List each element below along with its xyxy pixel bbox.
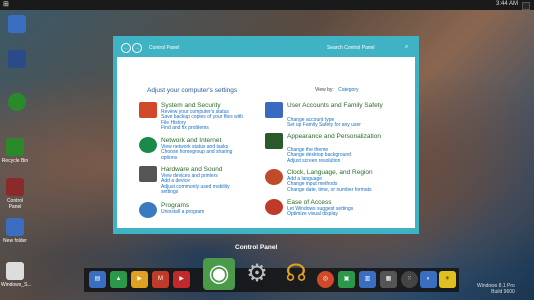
desktop-icon-label: New folder	[3, 238, 27, 244]
recycle-bin-icon	[6, 138, 24, 156]
category-link[interactable]: Set up Family Safety for any user	[287, 122, 361, 128]
category-link[interactable]: options	[161, 155, 232, 161]
desktop-icon-label: Windows_S...	[1, 282, 32, 288]
category-title[interactable]: Hardware and Sound	[161, 166, 222, 173]
apps-grid-icon[interactable]: ⁙	[401, 271, 418, 288]
category-link[interactable]: settings	[161, 189, 230, 195]
desktop-icon-windows[interactable]: Windows_S...	[1, 262, 32, 288]
control-panel-window: ← → Control Panel Search Control Panel ⌕…	[113, 36, 419, 234]
notification-icon[interactable]	[522, 2, 530, 10]
category-link[interactable]: Adjust screen resolution	[287, 158, 351, 164]
window-label: Control Panel	[235, 244, 278, 251]
window-header: ← → Control Panel Search Control Panel ⌕	[117, 40, 415, 56]
accessibility-icon	[265, 199, 283, 215]
view-by-dropdown[interactable]: Category	[338, 87, 358, 93]
desktop-icon[interactable]	[3, 50, 31, 70]
toggle-icon[interactable]: ◐	[420, 271, 437, 288]
windows-watermark: Windows 8.1 Pro Build 9600	[477, 283, 515, 295]
category-link[interactable]: Uninstall a program	[161, 209, 204, 215]
view-by-label: View by:	[315, 87, 334, 93]
printer-icon	[139, 166, 157, 182]
category-link[interactable]: Change date, time, or number formats	[287, 187, 372, 193]
gmail-icon[interactable]: M	[152, 271, 169, 288]
chrome-icon[interactable]: ◎	[317, 271, 334, 288]
users-icon	[265, 102, 283, 118]
maps-icon[interactable]: ◉	[203, 258, 235, 290]
folder-icon	[6, 218, 24, 236]
category-title[interactable]: Ease of Access	[287, 199, 331, 206]
category-title[interactable]: Network and Internet	[161, 137, 221, 144]
desktop-icon[interactable]	[3, 93, 31, 113]
shield-icon	[139, 102, 157, 118]
youtube-icon[interactable]: ▶	[173, 271, 190, 288]
control-panel-icon	[6, 178, 24, 196]
category-title[interactable]: System and Security	[161, 102, 221, 109]
category-title[interactable]: User Accounts and Family Safety	[287, 102, 387, 109]
forward-icon[interactable]: →	[132, 43, 142, 53]
photos-icon[interactable]: ▥	[359, 271, 376, 288]
weather-icon[interactable]: ☀	[439, 271, 456, 288]
desktop-icon[interactable]	[3, 15, 31, 35]
watermark-line: Build 9600	[491, 289, 515, 295]
app-icon[interactable]: ▣	[338, 271, 355, 288]
top-bar: ⊞ 3:44 AM	[0, 0, 534, 10]
search-icon[interactable]: ⌕	[405, 44, 408, 51]
explorer-icon[interactable]: ▤	[89, 271, 106, 288]
desktop-icon-new-folder[interactable]: New folder	[1, 218, 29, 244]
desktop-icon-label: Recycle Bin	[1, 158, 29, 164]
calendar-icon[interactable]: ▦	[380, 271, 397, 288]
category-link[interactable]: Optimize visual display	[287, 211, 353, 217]
desktop-icon-label: Control Panel	[6, 198, 24, 210]
globe-icon	[139, 137, 157, 153]
programs-icon	[139, 202, 157, 218]
search-input[interactable]: Search Control Panel	[327, 45, 375, 51]
windows-image-icon	[6, 262, 24, 280]
network-icon	[8, 93, 26, 111]
category-title[interactable]: Programs	[161, 202, 189, 209]
clock[interactable]: 3:44 AM	[496, 1, 518, 7]
start-icon[interactable]: ⊞	[3, 1, 11, 9]
clock-icon	[265, 169, 283, 185]
computer-icon	[8, 50, 26, 68]
page-title: Adjust your computer's settings	[147, 87, 238, 94]
view-by: View by: Category	[315, 87, 359, 93]
monitor-icon	[265, 133, 283, 149]
drive-icon[interactable]: ▲	[110, 271, 127, 288]
back-icon[interactable]: ←	[121, 43, 131, 53]
window-content: Adjust your computer's settings View by:…	[117, 57, 415, 228]
category-title[interactable]: Clock, Language, and Region	[287, 169, 373, 176]
folder-icon	[8, 15, 26, 33]
settings-icon[interactable]: ⚙	[241, 258, 273, 290]
desktop-icon-control-panel[interactable]: Control Panel	[1, 178, 29, 210]
headphones-icon[interactable]: ☊	[280, 258, 312, 290]
category-title[interactable]: Appearance and Personalization	[287, 133, 387, 140]
play-store-icon[interactable]: ▶	[131, 271, 148, 288]
category-link[interactable]: Find and fix problems	[161, 125, 243, 131]
desktop-icon-recycle-bin[interactable]: Recycle Bin	[1, 138, 29, 164]
breadcrumb[interactable]: Control Panel	[149, 45, 179, 51]
